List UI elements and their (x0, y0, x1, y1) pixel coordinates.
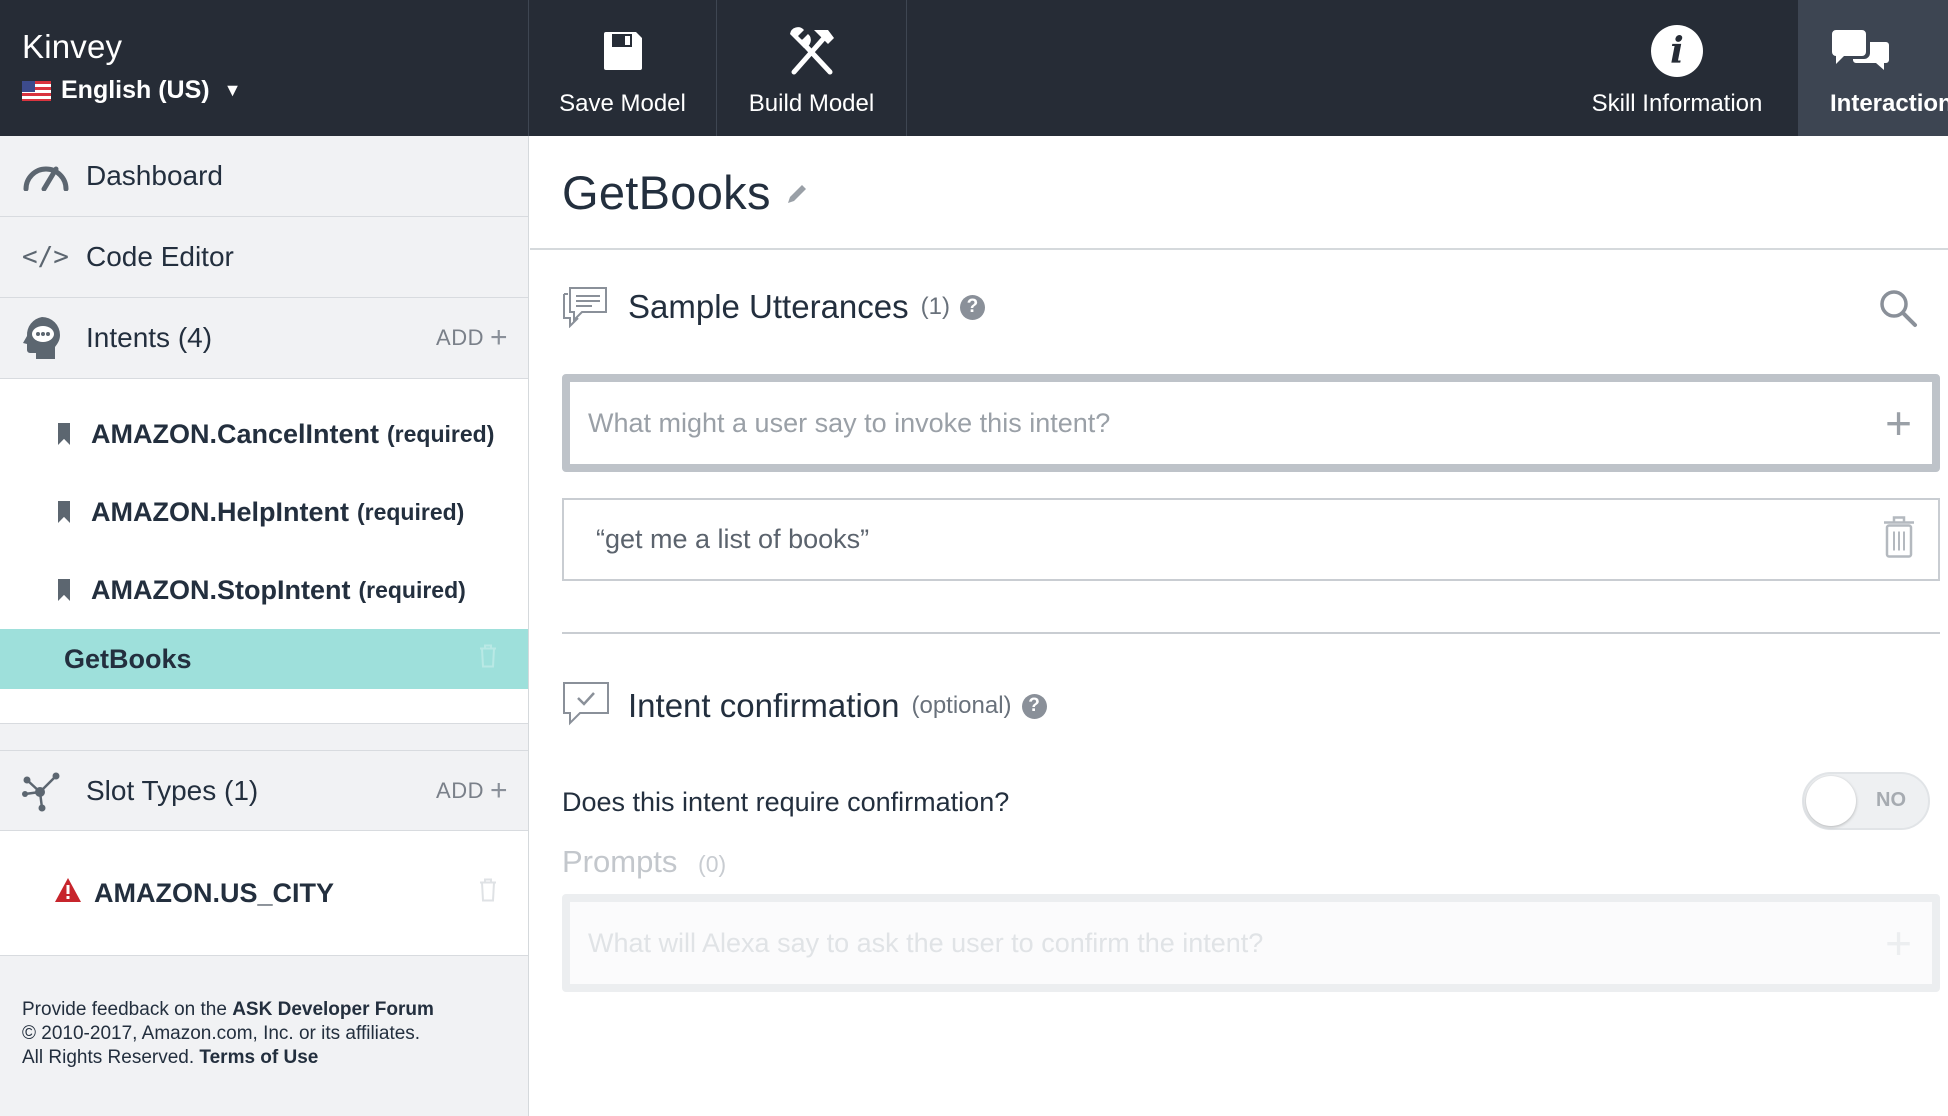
sample-utterances-header: Sample Utterances (1) ? (562, 282, 1940, 332)
utterance-row[interactable]: “get me a list of books” (562, 498, 1940, 581)
slot-type-item[interactable]: AMAZON.US_CITY (0, 831, 528, 956)
speech-bubble-check-icon (562, 681, 614, 732)
prompts-header: Prompts (0) (562, 844, 726, 880)
toggle-knob (1806, 776, 1856, 826)
language-label: English (US) (61, 76, 210, 104)
intent-confirmation-section: Intent confirmation (optional) ? (562, 681, 1940, 731)
confirmation-question: Does this intent require confirmation? (562, 787, 1010, 817)
plus-icon: + (489, 321, 508, 354)
build-model-label: Build Model (748, 90, 875, 117)
skill-information-label: Skill Information (1591, 90, 1763, 117)
slot-type-name: AMAZON.US_CITY (94, 877, 335, 908)
warning-triangle-icon (54, 877, 82, 910)
sidebar-item-label: Code Editor (86, 241, 234, 272)
code-brackets-icon: </> (22, 242, 69, 272)
interaction-model-label: Interaction (1830, 90, 1948, 117)
sidebar-item-code-editor[interactable]: </> Code Editor (0, 217, 528, 298)
bookmark-icon (58, 423, 70, 445)
top-navigation-bar: Kinvey English (US) ▼ Save Model Build M… (0, 0, 1948, 136)
prompt-input[interactable] (588, 927, 1848, 959)
sidebar-footer: Provide feedback on the ASK Developer Fo… (22, 999, 434, 1068)
bookmark-icon (58, 579, 70, 601)
main-content: GetBooks Sample Utterances (1) ? What mi… (530, 136, 1948, 1116)
add-prompt-button[interactable]: + (1885, 916, 1912, 970)
trash-icon[interactable] (1882, 514, 1916, 565)
skill-brand: Kinvey English (US) ▼ (0, 0, 529, 136)
us-flag-icon (22, 80, 51, 101)
section-title: Sample Utterances (628, 288, 909, 325)
developer-forum-link[interactable]: ASK Developer Forum (232, 999, 434, 1020)
speedometer-icon (22, 161, 72, 191)
caret-down-icon: ▼ (223, 80, 242, 100)
sidebar-item-slot-types[interactable]: Slot Types (1) ADD + (0, 750, 528, 831)
nodes-icon (22, 770, 72, 812)
save-model-button[interactable]: Save Model (529, 0, 717, 136)
skill-name: Kinvey (22, 28, 123, 65)
build-model-button[interactable]: Build Model (717, 0, 907, 136)
terms-of-use-link[interactable]: Terms of Use (199, 1047, 318, 1068)
prompt-input-box: + (562, 894, 1940, 992)
utterance-input[interactable] (588, 407, 1848, 439)
utterance-input-box: + (562, 374, 1940, 472)
info-circle-icon: i (1651, 22, 1703, 80)
trash-icon[interactable] (478, 878, 498, 909)
sidebar-item-intents[interactable]: Intents (4) ADD + (0, 298, 528, 379)
page-title: GetBooks (562, 165, 771, 219)
copyright-text: © 2010-2017, Amazon.com, Inc. or its aff… (22, 1023, 421, 1044)
sidebar-item-dashboard[interactable]: Dashboard (0, 136, 528, 217)
add-intent-button[interactable]: ADD + (436, 321, 508, 355)
sidebar-item-label: Slot Types (1) (86, 774, 259, 806)
intent-title-row: GetBooks (530, 136, 1948, 250)
confirmation-toggle[interactable]: NO (1802, 772, 1930, 830)
help-icon[interactable]: ? (959, 294, 985, 320)
toggle-label: NO (1876, 789, 1906, 811)
bookmark-icon (58, 501, 70, 523)
skill-information-tab[interactable]: i Skill Information (1556, 0, 1798, 136)
add-utterance-button[interactable]: + (1885, 396, 1912, 450)
left-sidebar: Dashboard </> Code Editor Intents (4) AD… (0, 136, 529, 1116)
trash-icon[interactable] (478, 644, 498, 675)
intent-list: AMAZON.CancelIntent (required) AMAZON.He… (0, 379, 528, 724)
sample-utterances-section: Sample Utterances (1) ? + “get me a list… (562, 282, 1940, 581)
help-icon[interactable]: ? (1021, 693, 1047, 719)
intent-confirmation-header: Intent confirmation (optional) ? (562, 681, 1940, 731)
utterance-count: (1) (920, 293, 950, 320)
intent-item-getbooks[interactable]: GetBooks (0, 629, 528, 689)
prompts-title: Prompts (562, 844, 678, 879)
pencil-icon[interactable] (785, 182, 809, 211)
save-model-label: Save Model (559, 90, 686, 117)
sidebar-item-label: Dashboard (86, 160, 223, 191)
intent-item-cancel[interactable]: AMAZON.CancelIntent (required) (0, 395, 528, 473)
sidebar-item-label: Intents (4) (86, 322, 213, 353)
chat-bubbles-icon (1830, 22, 1890, 80)
intent-item-help[interactable]: AMAZON.HelpIntent (required) (0, 473, 528, 551)
plus-icon: + (489, 773, 508, 807)
section-title: Intent confirmation (628, 687, 900, 724)
utterance-text: “get me a list of books” (596, 524, 870, 554)
optional-label: (optional) (911, 692, 1012, 719)
hammer-wrench-icon (784, 22, 840, 80)
prompts-count: (0) (698, 851, 727, 877)
floppy-disk-icon (602, 22, 644, 80)
head-chat-icon (22, 315, 72, 361)
intent-item-stop[interactable]: AMAZON.StopIntent (required) (0, 551, 528, 629)
section-divider (562, 632, 1940, 634)
add-slot-type-button[interactable]: ADD + (436, 774, 508, 808)
interaction-model-tab[interactable]: Interaction (1798, 0, 1948, 136)
speech-bubble-lines-icon (562, 282, 614, 333)
search-icon[interactable] (1878, 288, 1918, 333)
language-selector[interactable]: English (US) ▼ (22, 76, 528, 105)
